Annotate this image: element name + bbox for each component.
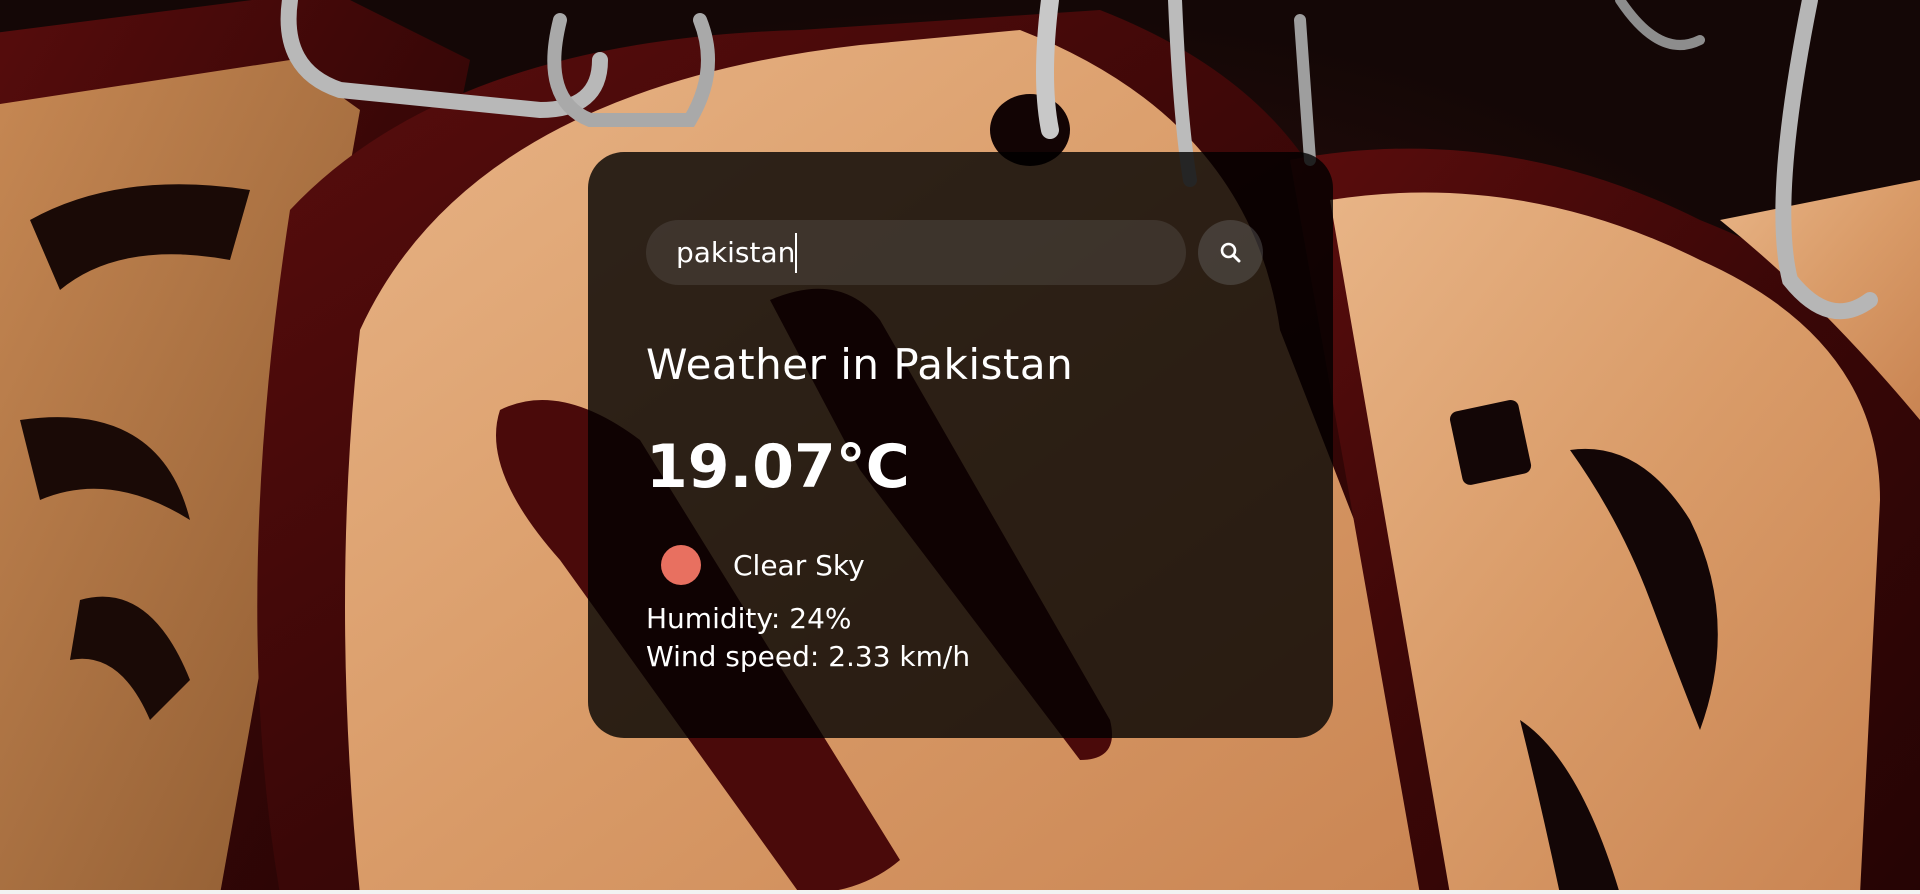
weather-condition: Clear Sky bbox=[646, 545, 1275, 585]
clear-sky-icon bbox=[661, 545, 701, 585]
text-cursor bbox=[795, 233, 797, 273]
search-button[interactable] bbox=[1198, 220, 1263, 285]
wind-speed-text: Wind speed: 2.33 km/h bbox=[646, 640, 971, 673]
search-icon bbox=[1218, 240, 1244, 266]
weather-description: Clear Sky bbox=[733, 548, 865, 582]
search-input[interactable] bbox=[646, 220, 1186, 285]
humidity-text: Humidity: 24% bbox=[646, 602, 852, 635]
weather-card: Weather in Pakistan 19.07°C Clear Sky Hu… bbox=[588, 152, 1333, 738]
city-heading: Weather in Pakistan bbox=[646, 340, 1074, 389]
bottom-edge-strip bbox=[0, 890, 1920, 894]
search-bar bbox=[646, 220, 1275, 285]
temperature-value: 19.07°C bbox=[646, 432, 910, 502]
